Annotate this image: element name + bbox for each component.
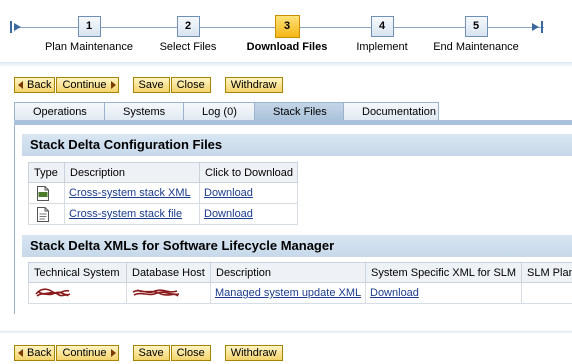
slm-section-title: Stack Delta XMLs for Software Lifecycle … — [22, 235, 572, 257]
tab-operations[interactable]: Operations — [14, 102, 105, 121]
arrow-right-icon — [110, 81, 116, 89]
arrow-left-icon — [18, 349, 23, 357]
table-row: Managed system update XML Download — [28, 282, 572, 304]
column-header: System Specific XML for SLM — [365, 262, 522, 283]
column-header: Database Host — [126, 262, 211, 283]
table-row: Cross-system stack XML Download — [28, 182, 298, 204]
type-cell — [28, 182, 65, 204]
continue-button-label: Continue — [62, 347, 107, 359]
top-toolbar: Back Continue Save Close Withdraw — [14, 77, 284, 93]
step-number: 1 — [77, 16, 101, 37]
back-button[interactable]: Back — [14, 77, 56, 93]
tab-bar: Operations Systems Log (0) Stack Files D… — [14, 102, 439, 121]
back-button[interactable]: Back — [14, 345, 56, 361]
step-number: 5 — [464, 16, 488, 37]
back-button-label: Back — [27, 347, 52, 359]
close-button[interactable]: Close — [170, 77, 211, 93]
tab-log[interactable]: Log (0) — [183, 102, 255, 121]
managed-system-update-xml-link[interactable]: Managed system update XML — [215, 287, 361, 299]
stack-config-section-title: Stack Delta Configuration Files — [22, 134, 572, 156]
bottom-toolbar: Back Continue Save Close Withdraw — [14, 345, 284, 361]
database-host-cell — [126, 282, 211, 304]
download-cell: Download — [199, 203, 298, 225]
column-header: Description — [64, 162, 200, 183]
description-cell: Cross-system stack file — [64, 203, 200, 225]
table-header-row: Type Description Click to Download — [28, 162, 298, 183]
roadmap-start-icon — [10, 21, 21, 33]
arrow-right-icon — [110, 349, 116, 357]
roadmap: 1 Plan Maintenance 2 Select Files 3 Down… — [0, 0, 572, 62]
arrow-left-icon — [18, 81, 23, 89]
technical-system-cell — [28, 282, 127, 304]
column-header: Click to Download — [199, 162, 298, 183]
slm-plan-cell — [521, 282, 572, 304]
table-header-row: Technical System Database Host Descripti… — [28, 262, 572, 283]
save-button[interactable]: Save — [132, 345, 170, 361]
table-row: Cross-system stack file Download — [28, 203, 298, 225]
close-button[interactable]: Close — [170, 345, 211, 361]
slm-table: Technical System Database Host Descripti… — [28, 262, 572, 304]
step-number: 2 — [176, 16, 200, 37]
download-link[interactable]: Download — [204, 208, 253, 220]
cross-system-stack-xml-link[interactable]: Cross-system stack XML — [69, 187, 191, 199]
download-link[interactable]: Download — [370, 287, 419, 299]
download-cell: Download — [199, 182, 298, 204]
type-cell — [28, 203, 65, 225]
xml-file-icon — [37, 185, 49, 201]
roadmap-divider — [0, 62, 572, 67]
continue-button[interactable]: Continue — [56, 77, 119, 93]
maintenance-optimizer-window: 1 Plan Maintenance 2 Select Files 3 Down… — [0, 0, 572, 364]
bottom-divider — [0, 331, 572, 334]
text-file-icon — [37, 206, 49, 222]
description-cell: Cross-system stack XML — [64, 182, 200, 204]
continue-button[interactable]: Continue — [56, 345, 119, 361]
continue-button-label: Continue — [62, 79, 107, 91]
roadmap-step-5[interactable]: 5 End Maintenance — [416, 16, 536, 53]
tab-stack-files[interactable]: Stack Files — [254, 102, 344, 121]
step-label: End Maintenance — [433, 41, 519, 53]
back-button-label: Back — [27, 79, 52, 91]
column-header: Technical System — [28, 262, 127, 283]
redaction-mark — [35, 288, 71, 297]
description-cell: Managed system update XML — [210, 282, 366, 304]
download-cell: Download — [365, 282, 522, 304]
step-number: 3 — [274, 15, 300, 38]
withdraw-button[interactable]: Withdraw — [224, 345, 283, 361]
redaction-mark — [132, 289, 180, 297]
step-number: 4 — [370, 16, 394, 37]
save-button[interactable]: Save — [132, 77, 170, 93]
tab-documentation[interactable]: Documentation — [343, 102, 439, 121]
column-header: Description — [210, 262, 366, 283]
download-link[interactable]: Download — [204, 187, 253, 199]
column-header: SLM Plan — [521, 262, 572, 283]
column-header: Type — [28, 162, 65, 183]
withdraw-button[interactable]: Withdraw — [224, 77, 283, 93]
stack-config-table: Type Description Click to Download Cross… — [28, 162, 298, 225]
cross-system-stack-file-link[interactable]: Cross-system stack file — [69, 208, 182, 220]
tab-systems[interactable]: Systems — [104, 102, 184, 121]
